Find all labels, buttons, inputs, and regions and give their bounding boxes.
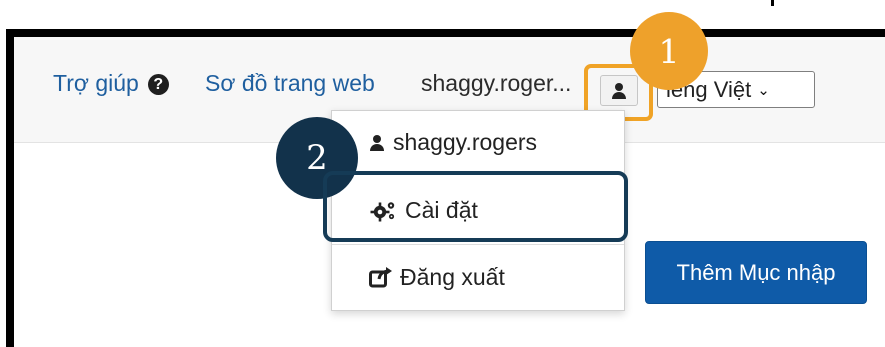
share-out-icon <box>369 266 393 289</box>
settings-item-highlight <box>323 171 628 242</box>
sitemap-link[interactable]: Sơ đồ trang web <box>205 70 375 97</box>
logout-menu-item[interactable]: Đăng xuất <box>369 264 505 291</box>
cropped-edge-mark <box>771 0 774 6</box>
step-badge-1: 1 <box>630 12 708 90</box>
user-icon <box>368 134 386 152</box>
dropdown-username-label: shaggy.rogers <box>393 129 538 155</box>
step-badge-1-label: 1 <box>658 31 680 71</box>
current-username[interactable]: shaggy.roger... <box>421 70 571 97</box>
logout-menu-label: Đăng xuất <box>400 264 505 290</box>
question-circle-icon: ? <box>147 74 169 95</box>
add-entry-button[interactable]: Thêm Mục nhập <box>645 241 867 304</box>
app-canvas: Trợ giúp ? Sơ đồ trang web shaggy.roger.… <box>0 0 885 347</box>
chevron-down-icon: ⌄ <box>757 81 770 99</box>
dropdown-username-item[interactable]: shaggy.rogers <box>368 129 537 156</box>
help-link-label: Trợ giúp <box>53 70 139 96</box>
menu-divider <box>332 244 624 245</box>
step-badge-2-label: 2 <box>306 138 328 178</box>
help-link[interactable]: Trợ giúp ? <box>53 70 169 97</box>
